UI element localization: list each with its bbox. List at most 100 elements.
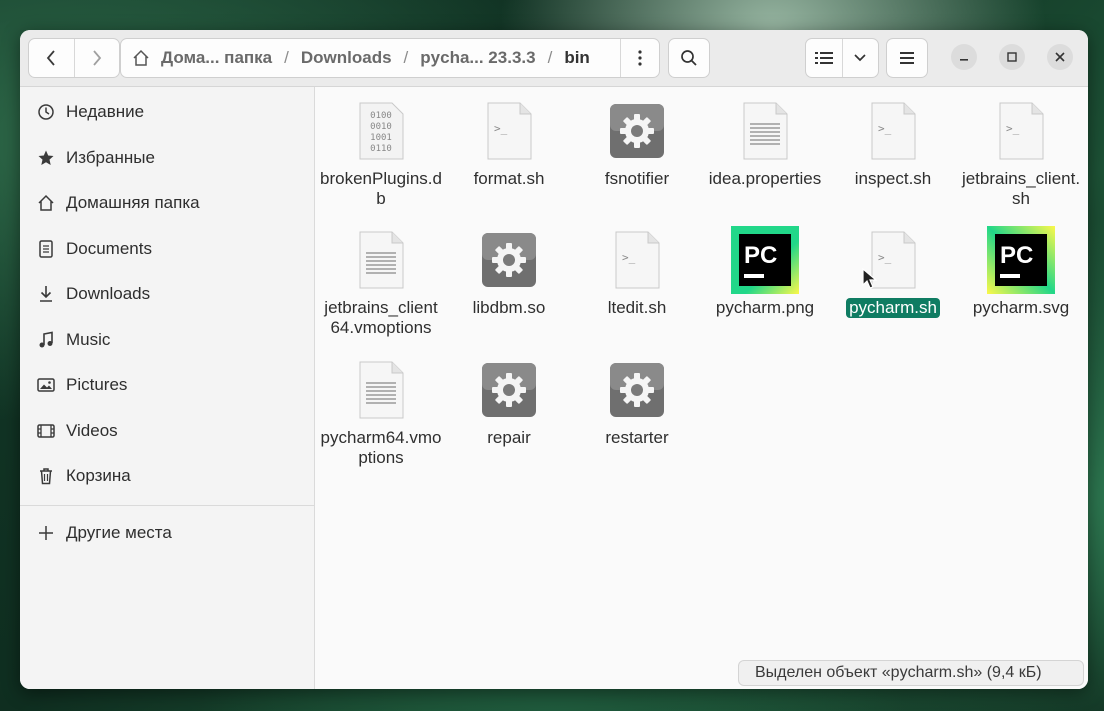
script-file-icon: >_ bbox=[469, 91, 549, 171]
sidebar-item-music[interactable]: Music bbox=[34, 323, 304, 357]
search-button[interactable] bbox=[668, 38, 710, 78]
forward-button[interactable] bbox=[73, 39, 120, 77]
sidebar: Недавние Избранные Домашняя папка Docume… bbox=[20, 87, 315, 689]
svg-text:0100: 0100 bbox=[370, 111, 392, 121]
maximize-icon bbox=[1007, 52, 1017, 62]
sidebar-item-label: Documents bbox=[66, 239, 152, 258]
sidebar-item-label: Music bbox=[66, 330, 111, 349]
sidebar-item-other-places[interactable]: Другие места bbox=[34, 516, 304, 550]
status-label: Выделен объект «pycharm.sh» (9,4 кБ) bbox=[738, 660, 1084, 686]
chevron-down-icon bbox=[854, 54, 866, 62]
path-segment-downloads[interactable]: Downloads bbox=[295, 48, 398, 68]
music-icon bbox=[34, 330, 58, 350]
chevron-right-icon bbox=[93, 50, 101, 66]
navigation-buttons bbox=[28, 38, 120, 78]
executable-icon bbox=[469, 220, 549, 300]
svg-text:0110: 0110 bbox=[370, 144, 392, 154]
file-item[interactable]: 0100 0010 1001 0110 brokenPlugins.db bbox=[317, 91, 445, 209]
svg-text:>_: >_ bbox=[494, 122, 508, 135]
pycharm-image-icon: PC bbox=[981, 220, 1061, 300]
file-item[interactable]: libdbm.so bbox=[445, 220, 573, 318]
script-file-icon: >_ bbox=[981, 91, 1061, 171]
plus-icon bbox=[34, 523, 58, 543]
text-file-icon bbox=[725, 91, 805, 171]
home-icon bbox=[34, 193, 58, 213]
file-name: jetbrains_client64.vmoptions bbox=[324, 298, 438, 337]
list-view-icon bbox=[814, 52, 833, 64]
file-name: pycharm.sh bbox=[846, 298, 940, 318]
main-menu-button[interactable] bbox=[886, 38, 928, 78]
file-name: fsnotifier bbox=[604, 169, 670, 188]
file-name: pycharm.png bbox=[715, 298, 815, 317]
file-item[interactable]: fsnotifier bbox=[573, 91, 701, 189]
sidebar-item-documents[interactable]: Documents bbox=[34, 232, 304, 266]
svg-text:1001: 1001 bbox=[370, 133, 392, 143]
file-item[interactable]: >_ jetbrains_client.sh bbox=[957, 91, 1085, 209]
sidebar-item-label: Другие места bbox=[66, 523, 172, 542]
file-name: libdbm.so bbox=[472, 298, 546, 317]
view-dropdown-button[interactable] bbox=[841, 39, 879, 77]
file-name: idea.properties bbox=[708, 169, 822, 188]
sidebar-item-label: Домашняя папка bbox=[66, 193, 200, 212]
file-item[interactable]: >_ format.sh bbox=[445, 91, 573, 189]
file-item[interactable]: restarter bbox=[573, 350, 701, 448]
text-file-icon bbox=[341, 350, 421, 430]
sidebar-item-videos[interactable]: Videos bbox=[34, 414, 304, 448]
view-options-group bbox=[805, 38, 879, 78]
clock-icon bbox=[34, 102, 58, 122]
text-file-icon bbox=[341, 220, 421, 300]
back-button[interactable] bbox=[29, 39, 74, 77]
path-segment-bin[interactable]: bin bbox=[558, 48, 596, 68]
header-bar: Дома... папка / Downloads / pycha... 23.… bbox=[20, 30, 1088, 87]
file-grid: 0100 0010 1001 0110 brokenPlugins.db >_ for… bbox=[315, 87, 1088, 689]
minimize-icon bbox=[960, 59, 968, 61]
file-name: jetbrains_client.sh bbox=[961, 169, 1081, 208]
search-icon bbox=[681, 50, 697, 66]
sidebar-item-recent[interactable]: Недавние bbox=[34, 95, 304, 129]
home-icon[interactable] bbox=[127, 49, 155, 67]
trash-icon bbox=[34, 466, 58, 486]
file-item-selected[interactable]: >_ pycharm.sh bbox=[829, 220, 957, 318]
path-segment-pycharm[interactable]: pycha... 23.3.3 bbox=[414, 48, 541, 68]
hamburger-menu-icon bbox=[900, 52, 914, 64]
file-item[interactable]: PC pycharm.png bbox=[701, 220, 829, 318]
sidebar-item-home[interactable]: Домашняя папка bbox=[34, 186, 304, 220]
path-bar: Дома... папка / Downloads / pycha... 23.… bbox=[120, 38, 660, 78]
path-menu-button[interactable] bbox=[620, 39, 659, 77]
file-name: inspect.sh bbox=[854, 169, 932, 188]
sidebar-item-trash[interactable]: Корзина bbox=[34, 459, 304, 493]
file-item[interactable]: PC pycharm.svg bbox=[957, 220, 1085, 318]
file-manager-window: Дома... папка / Downloads / pycha... 23.… bbox=[20, 30, 1088, 689]
pycharm-image-icon: PC bbox=[725, 220, 805, 300]
executable-icon bbox=[469, 350, 549, 430]
maximize-button[interactable] bbox=[999, 44, 1025, 70]
sidebar-item-downloads[interactable]: Downloads bbox=[34, 277, 304, 311]
script-file-icon: >_ bbox=[853, 91, 933, 171]
videos-icon bbox=[34, 421, 58, 441]
file-item[interactable]: repair bbox=[445, 350, 573, 448]
minimize-button[interactable] bbox=[951, 44, 977, 70]
file-item[interactable]: jetbrains_client64.vmoptions bbox=[317, 220, 445, 338]
list-view-button[interactable] bbox=[806, 39, 842, 77]
file-item[interactable]: >_ inspect.sh bbox=[829, 91, 957, 189]
file-item[interactable]: idea.properties bbox=[701, 91, 829, 189]
path-segment-home[interactable]: Дома... папка bbox=[155, 48, 278, 68]
close-button[interactable] bbox=[1047, 44, 1073, 70]
sidebar-item-label: Videos bbox=[66, 421, 118, 440]
svg-text:>_: >_ bbox=[878, 251, 892, 264]
sidebar-item-pictures[interactable]: Pictures bbox=[34, 368, 304, 402]
close-icon bbox=[1055, 52, 1065, 62]
file-item[interactable]: >_ ltedit.sh bbox=[573, 220, 701, 318]
document-icon bbox=[34, 239, 58, 259]
mouse-cursor-icon bbox=[862, 268, 878, 289]
file-name: brokenPlugins.db bbox=[320, 169, 442, 208]
svg-text:>_: >_ bbox=[878, 122, 892, 135]
pictures-icon bbox=[34, 375, 58, 395]
file-name: pycharm64.vmoptions bbox=[320, 428, 442, 467]
sidebar-item-label: Недавние bbox=[66, 102, 145, 121]
file-item[interactable]: pycharm64.vmoptions bbox=[317, 350, 445, 468]
chevron-left-icon bbox=[47, 50, 55, 66]
sidebar-item-starred[interactable]: Избранные bbox=[34, 141, 304, 175]
kebab-menu-icon bbox=[638, 50, 642, 66]
sidebar-item-label: Корзина bbox=[66, 466, 131, 485]
